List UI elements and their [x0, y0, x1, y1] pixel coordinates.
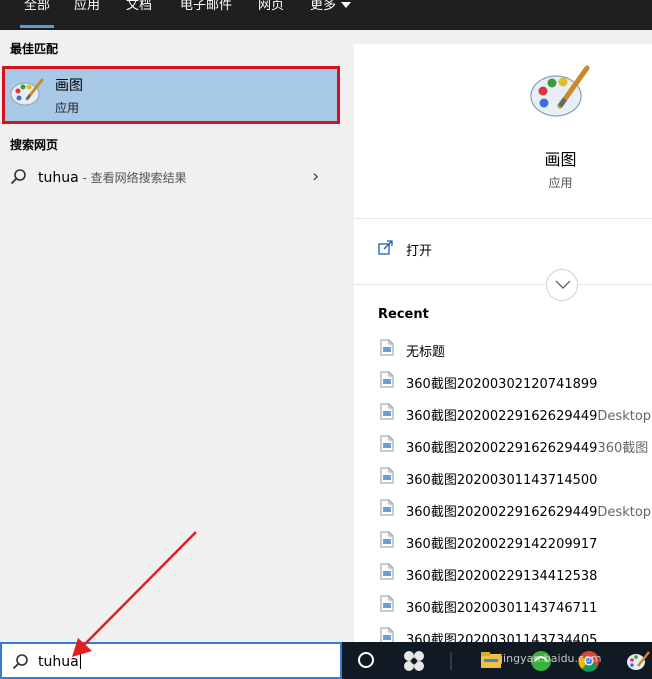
- recent-file-name: 360截图20200229162629449Desktop 中: [406, 405, 652, 424]
- tab-web[interactable]: 网页: [258, 0, 284, 30]
- tab-email[interactable]: 电子邮件: [180, 0, 232, 30]
- taskbar-separator: [450, 652, 452, 674]
- recent-file-name: 360截图20200302120741899: [406, 373, 597, 392]
- web-search-hint: - 查看网络搜索结果: [78, 171, 187, 185]
- file-explorer-icon[interactable]: [480, 650, 502, 674]
- document-icon: [380, 403, 394, 424]
- recent-file-title: 无标题: [406, 345, 446, 360]
- document-icon: [380, 371, 394, 392]
- recent-file-title: 360截图20200229162629449: [406, 441, 598, 456]
- search-icon: [10, 168, 28, 190]
- recent-file-item[interactable]: 无标题: [378, 338, 652, 370]
- recent-file-item[interactable]: 360截图20200229134412538: [378, 562, 652, 594]
- paint-palette-icon[interactable]: [626, 650, 650, 676]
- document-icon: [380, 563, 394, 584]
- recent-file-item[interactable]: 360截图20200302120741899: [378, 370, 652, 402]
- recent-file-name: 360截图20200229134412538: [406, 565, 597, 584]
- recent-files-list: 无标题 360截图20200302120741899 360截图2020022916…: [378, 338, 652, 658]
- search-input-value: tuhua: [38, 653, 81, 670]
- recent-file-location: 360截图 中: [597, 441, 652, 456]
- recent-file-location: Desktop 中: [597, 409, 652, 424]
- recent-file-title: 360截图20200229142209917: [406, 537, 598, 552]
- recent-file-title: 360截图20200229162629449: [406, 409, 598, 424]
- recent-heading: Recent: [378, 307, 429, 322]
- search-category-tabs: 全部 应用 文档 电子邮件 网页 更多: [0, 0, 652, 30]
- recent-file-item[interactable]: 360截图20200229162629449360截图 中: [378, 434, 652, 466]
- document-icon: [380, 595, 394, 616]
- watermark: jingyan.baidu.com: [500, 652, 602, 665]
- tab-all[interactable]: 全部: [19, 0, 55, 30]
- recent-file-title: 360截图20200229134412538: [406, 569, 598, 584]
- document-icon: [380, 435, 394, 456]
- detail-pane: 画图 应用 打开 Recent 无标题 360截图2020030212074189…: [354, 44, 652, 648]
- document-icon: [380, 531, 394, 552]
- recent-file-name: 360截图20200229162629449360截图 中: [406, 437, 652, 456]
- tab-documents-label: 文档: [126, 0, 153, 13]
- open-icon: [378, 240, 394, 260]
- recent-file-title: 360截图20200301143746711: [406, 601, 598, 616]
- web-search-result[interactable]: tuhua - 查看网络搜索结果 ›: [0, 162, 342, 194]
- chevron-down-icon: [341, 2, 352, 8]
- search-text: tuhua: [38, 654, 79, 670]
- detail-app-type: 应用: [548, 176, 573, 190]
- document-icon: [380, 339, 394, 360]
- recent-file-name: 360截图20200229142209917: [406, 533, 597, 552]
- web-query-text: tuhua: [38, 170, 79, 186]
- recent-file-title: 360截图20200301143714500: [406, 473, 598, 488]
- expand-button[interactable]: [546, 269, 578, 301]
- tab-web-label: 网页: [258, 0, 285, 13]
- results-pane: 最佳匹配 画图 应用 搜索网页 tuhua - 查看网络搜索结果 ›: [0, 30, 342, 642]
- taskbar: [342, 642, 652, 679]
- web-search-heading: 搜索网页: [10, 138, 59, 152]
- text-cursor: [79, 653, 81, 669]
- tab-documents[interactable]: 文档: [126, 0, 152, 30]
- recent-file-name: 360截图20200301143746711: [406, 597, 597, 616]
- divider: [354, 218, 652, 219]
- recent-file-title: 360截图20200302120741899: [406, 377, 598, 392]
- recent-file-item[interactable]: 360截图20200229142209917: [378, 530, 652, 562]
- chevron-down-icon: [555, 280, 571, 289]
- tab-more-label: 更多: [310, 0, 337, 13]
- tab-email-label: 电子邮件: [180, 0, 233, 13]
- recent-file-item[interactable]: 360截图20200301143746711: [378, 594, 652, 626]
- best-match-paint[interactable]: 画图 应用: [2, 66, 340, 124]
- document-icon: [380, 467, 394, 488]
- recent-file-name: 360截图20200229162629449Desktop 中: [406, 501, 652, 520]
- paint-palette-icon: [530, 64, 590, 126]
- divider: [354, 284, 652, 285]
- web-search-query: tuhua - 查看网络搜索结果: [38, 169, 187, 186]
- best-match-type: 应用: [55, 101, 80, 115]
- document-icon: [380, 499, 394, 520]
- task-view-icon[interactable]: [402, 650, 426, 676]
- search-input[interactable]: tuhua: [0, 642, 342, 679]
- best-match-name: 画图: [55, 78, 83, 94]
- search-icon: [12, 653, 30, 675]
- recent-file-location: Desktop 中: [597, 505, 652, 520]
- recent-file-name: 360截图20200301143714500: [406, 469, 597, 488]
- tab-more[interactable]: 更多: [310, 0, 352, 30]
- tab-apps[interactable]: 应用: [74, 0, 100, 30]
- chevron-right-icon[interactable]: ›: [312, 166, 319, 187]
- cortana-circle-icon[interactable]: [356, 650, 376, 674]
- recent-file-item[interactable]: 360截图20200229162629449Desktop 中: [378, 498, 652, 530]
- recent-file-item[interactable]: 360截图20200229162629449Desktop 中: [378, 402, 652, 434]
- tab-all-label: 全部: [24, 0, 51, 13]
- detail-app-name: 画图: [544, 150, 577, 169]
- open-label: 打开: [406, 244, 433, 259]
- recent-file-name: 无标题: [406, 341, 445, 360]
- tab-apps-label: 应用: [74, 0, 101, 13]
- recent-file-item[interactable]: 360截图20200301143714500: [378, 466, 652, 498]
- recent-file-title: 360截图20200229162629449: [406, 505, 598, 520]
- best-match-heading: 最佳匹配: [10, 42, 59, 56]
- paint-palette-icon: [10, 77, 44, 111]
